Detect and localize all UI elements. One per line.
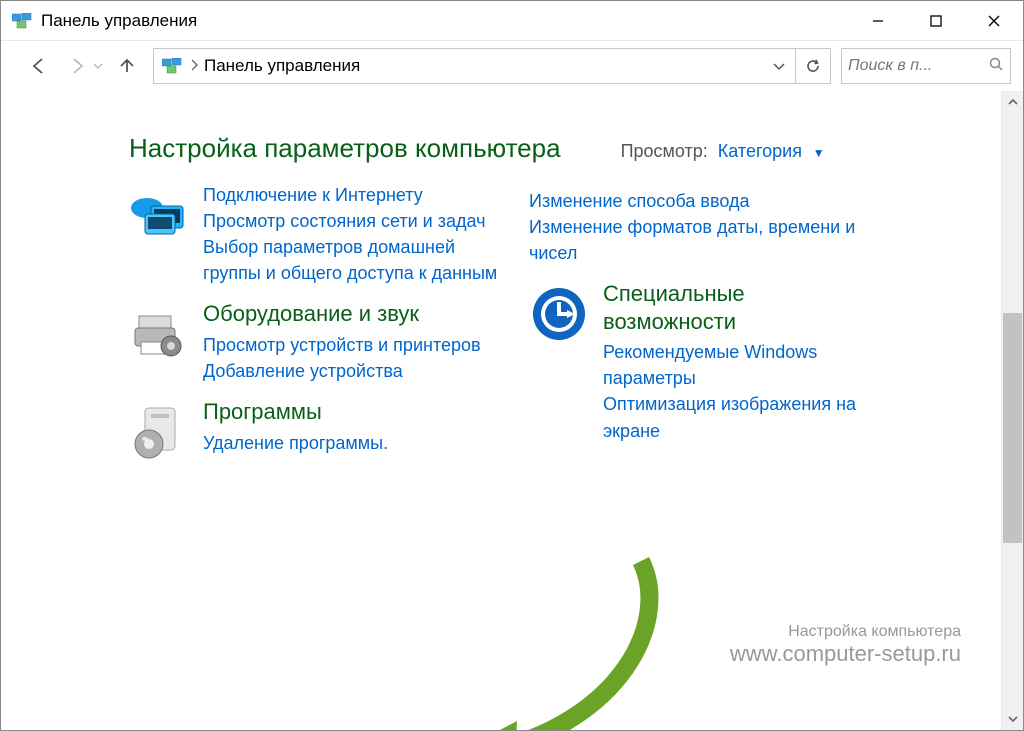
link-optimize-display[interactable]: Оптимизация изображения на экране [603, 391, 859, 443]
content-area: Настройка параметров компьютера Просмотр… [1, 91, 1001, 730]
refresh-button[interactable] [796, 49, 830, 83]
chevron-down-icon: ▼ [813, 146, 825, 160]
ease-of-access-icon [529, 284, 589, 344]
navigation-bar: Панель управления [1, 41, 1023, 91]
scroll-track[interactable] [1002, 113, 1023, 708]
link-view-devices[interactable]: Просмотр устройств и принтеров [203, 332, 499, 358]
search-box[interactable] [841, 48, 1011, 84]
control-panel-icon [11, 10, 33, 32]
scroll-thumb[interactable] [1003, 313, 1022, 543]
category-hardware-sound: Оборудование и звук Просмотр устройств и… [129, 300, 499, 384]
category-clock-region: Изменение способа ввода Изменение формат… [529, 188, 859, 266]
watermark-line1: Настройка компьютера [730, 623, 961, 641]
link-recommended-settings[interactable]: Рекомендуемые Windows параметры [603, 339, 859, 391]
link-add-device[interactable]: Добавление устройства [203, 358, 499, 384]
category-network: Подключение к Интернету Просмотр состоян… [129, 182, 499, 286]
link-connect-internet[interactable]: Подключение к Интернету [203, 182, 499, 208]
network-icon [129, 186, 189, 246]
window-title: Панель управления [41, 11, 197, 31]
breadcrumb-separator-icon[interactable] [184, 59, 204, 74]
programs-icon [129, 402, 189, 462]
window-controls [849, 1, 1023, 41]
annotation-arrow-icon [431, 551, 691, 730]
category-programs: Программы Удаление программы. [129, 398, 499, 462]
printer-icon [129, 304, 189, 364]
maximize-button[interactable] [907, 1, 965, 41]
address-control-panel-icon [154, 58, 184, 74]
scroll-up-button[interactable] [1002, 91, 1023, 113]
close-button[interactable] [965, 1, 1023, 41]
up-button[interactable] [109, 48, 145, 84]
back-button[interactable] [21, 48, 57, 84]
address-dropdown-button[interactable] [762, 49, 796, 83]
search-input[interactable] [848, 57, 988, 75]
link-change-formats[interactable]: Изменение форматов даты, времени и чисел [529, 214, 859, 266]
scroll-down-button[interactable] [1002, 708, 1023, 730]
view-by-label: Просмотр: [621, 141, 708, 162]
view-by-value: Категория [718, 141, 802, 161]
vertical-scrollbar[interactable] [1001, 91, 1023, 730]
link-network-status[interactable]: Просмотр состояния сети и задач [203, 208, 499, 234]
address-bar[interactable]: Панель управления [153, 48, 831, 84]
search-icon[interactable] [988, 56, 1004, 77]
category-title-ease[interactable]: Специальные возможности [603, 280, 859, 335]
category-title-programs[interactable]: Программы [203, 398, 499, 426]
link-uninstall-program[interactable]: Удаление программы. [203, 430, 499, 456]
titlebar: Панель управления [1, 1, 1023, 41]
minimize-button[interactable] [849, 1, 907, 41]
category-title-hardware[interactable]: Оборудование и звук [203, 300, 499, 328]
recent-locations-button[interactable] [89, 48, 107, 84]
link-change-input[interactable]: Изменение способа ввода [529, 188, 859, 214]
view-by-dropdown[interactable]: Категория ▼ [708, 141, 825, 162]
breadcrumb-location[interactable]: Панель управления [204, 56, 360, 76]
watermark-line2: www.computer-setup.ru [730, 641, 961, 667]
page-title: Настройка параметров компьютера [129, 133, 561, 164]
link-homegroup-sharing[interactable]: Выбор параметров домашней группы и общег… [203, 234, 499, 286]
category-ease-of-access: Специальные возможности Рекомендуемые Wi… [529, 280, 859, 443]
watermark: Настройка компьютера www.computer-setup.… [730, 623, 961, 667]
